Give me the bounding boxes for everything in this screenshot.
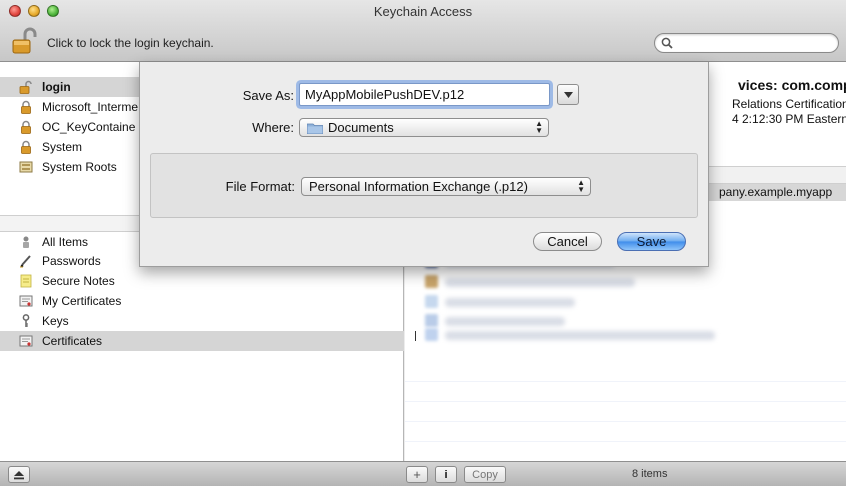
eject-icon <box>14 470 24 479</box>
sidebar-item-label: System Roots <box>42 160 117 174</box>
copy-button[interactable]: Copy <box>464 466 506 483</box>
table-row[interactable] <box>445 278 635 287</box>
sidebar-item-label: Certificates <box>42 334 103 348</box>
save-button[interactable]: Save <box>617 232 686 251</box>
certificate-icon <box>19 294 33 308</box>
add-item-button[interactable]: + <box>406 466 428 483</box>
folder-icon <box>307 123 323 134</box>
cancel-button[interactable]: Cancel <box>533 232 602 251</box>
search-field[interactable] <box>654 33 839 53</box>
padlock-icon <box>19 140 33 154</box>
bottom-bar: + i Copy 8 items <box>0 461 846 486</box>
certificate-icon <box>425 314 438 327</box>
selected-row-name: pany.example.myapp <box>719 185 833 199</box>
padlock-icon <box>19 100 33 114</box>
sidebar-item-label: My Certificates <box>42 294 122 308</box>
sidebar-item-label: All Items <box>42 235 89 249</box>
show-keychains-button[interactable] <box>8 466 30 483</box>
plus-icon: + <box>413 467 421 482</box>
save-as-label: Save As: <box>242 88 294 103</box>
where-label: Where: <box>252 120 294 135</box>
save-as-field[interactable] <box>299 83 550 106</box>
save-dialog: Save As: Where: Documents ▲▼ File Format… <box>139 62 709 267</box>
sidebar-item-label: OC_KeyContaine <box>42 120 136 134</box>
get-info-button[interactable]: i <box>435 466 457 483</box>
lock-keychain-text[interactable]: Click to lock the login keychain. <box>47 36 214 50</box>
pen-icon <box>19 254 33 268</box>
unlocked-padlock-icon[interactable] <box>11 27 39 55</box>
sidebar-item-keys[interactable]: Keys <box>0 311 404 331</box>
where-popup[interactable]: Documents ▲ ▼ <box>299 118 549 137</box>
certificate-icon <box>425 295 438 308</box>
certificate-icon <box>425 328 438 341</box>
window-toolbar: Keychain Access Click to lock the login … <box>0 0 846 62</box>
table-row[interactable] <box>445 317 565 326</box>
item-count: 8 items <box>632 468 668 480</box>
empty-list-rows <box>405 362 846 442</box>
unlocked-padlock-icon <box>19 80 33 94</box>
table-row[interactable] <box>445 331 715 340</box>
key-icon <box>19 314 33 328</box>
text-cursor <box>415 331 416 341</box>
sidebar-item-label: Keys <box>42 314 69 328</box>
sidebar-item-label: Secure Notes <box>42 274 115 288</box>
sidebar-item-certificates[interactable]: Certificates <box>0 331 404 351</box>
expand-dialog-button[interactable] <box>557 84 579 105</box>
certificate-icon <box>425 275 438 288</box>
certificate-expiry: 4 2:12:30 PM Eastern Star <box>732 112 846 126</box>
all-items-icon <box>19 235 33 249</box>
file-format-panel: File Format: Personal Information Exchan… <box>150 153 698 218</box>
sidebar-item-label: Microsoft_Interme <box>42 100 139 114</box>
file-format-label: File Format: <box>225 179 295 194</box>
sidebar-item-label: Passwords <box>42 254 101 268</box>
table-row[interactable] <box>445 298 575 307</box>
note-icon <box>19 274 33 288</box>
certificate-icon <box>19 334 33 348</box>
file-format-value: Personal Information Exchange (.p12) <box>309 179 528 194</box>
popup-arrows-icon: ▲ ▼ <box>535 119 543 135</box>
certificate-issuer: Relations Certification Aut <box>732 97 846 111</box>
copy-button-label: Copy <box>472 468 498 481</box>
popup-arrows-icon: ▲ ▼ <box>577 178 585 194</box>
file-format-popup[interactable]: Personal Information Exchange (.p12) ▲ ▼ <box>301 177 591 196</box>
search-icon <box>661 37 673 49</box>
where-value: Documents <box>328 120 394 135</box>
cabinet-icon <box>19 160 33 174</box>
sidebar-item-label: System <box>42 140 83 154</box>
padlock-icon <box>19 120 33 134</box>
sidebar-item-secure-notes[interactable]: Secure Notes <box>0 271 404 291</box>
sidebar-item-label: login <box>42 80 71 94</box>
window-title: Keychain Access <box>373 4 473 19</box>
certificate-title: vices: com.company <box>738 77 846 93</box>
sidebar-item-my-certificates[interactable]: My Certificates <box>0 291 404 311</box>
info-icon: i <box>444 468 448 481</box>
chevron-down-icon <box>563 91 573 98</box>
save-button-label: Save <box>636 234 667 249</box>
cancel-button-label: Cancel <box>547 234 588 249</box>
